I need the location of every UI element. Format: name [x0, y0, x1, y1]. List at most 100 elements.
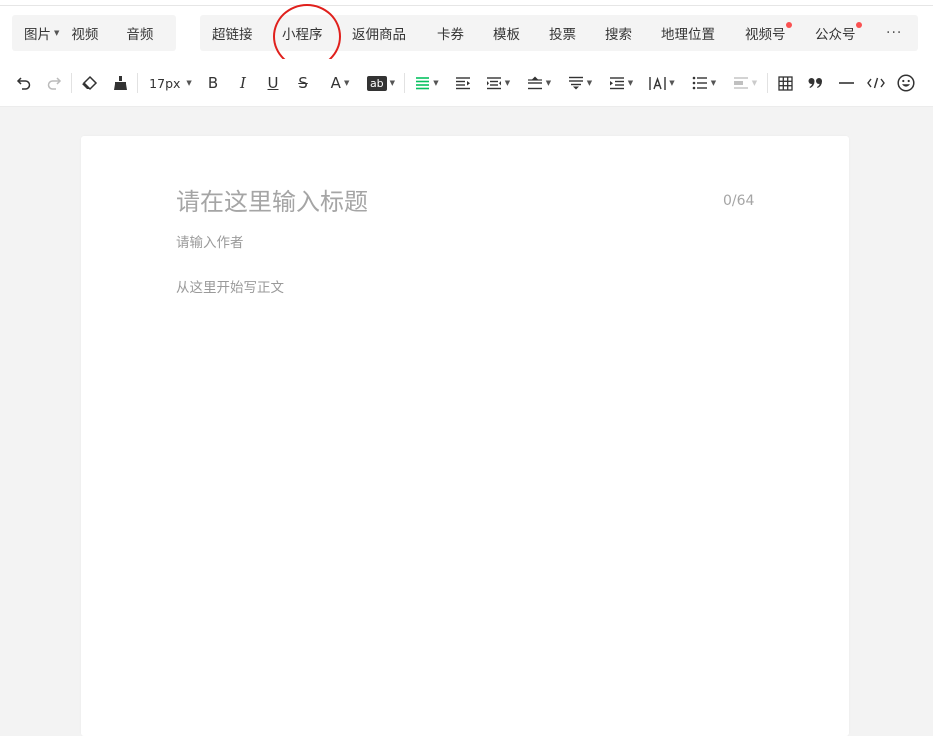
editor-paper: 0/64 从这里开始写正文	[81, 136, 849, 736]
background-color-icon: ab	[366, 75, 387, 91]
italic-icon: I	[240, 74, 246, 92]
divider-button[interactable]	[836, 71, 856, 95]
insert-channels-label: 视频号	[745, 27, 786, 43]
insert-vote-label: 投票	[549, 27, 576, 43]
font-size-value: 17px	[149, 75, 181, 91]
chevron-down-icon: ▼	[504, 79, 511, 87]
insert-miniprogram-label: 小程序	[282, 27, 323, 43]
list-indent-button[interactable]: ▼	[606, 71, 636, 95]
align-justify-icon	[486, 77, 501, 90]
paragraph-spacing-icon	[568, 76, 583, 90]
list-indent-icon	[609, 77, 624, 90]
bullet-list-button[interactable]: ▼	[689, 71, 719, 95]
more-horizontal-icon: ···	[886, 25, 903, 41]
notification-dot	[855, 22, 862, 28]
insert-search-label: 搜索	[605, 27, 632, 43]
code-button[interactable]	[865, 71, 887, 95]
letter-spacing-icon	[649, 76, 666, 90]
insert-vote-button[interactable]: 投票	[549, 15, 576, 51]
title-char-counter: 0/64	[723, 193, 755, 209]
format-painter-button[interactable]	[109, 71, 131, 95]
insert-coupon-button[interactable]: 卡券	[437, 15, 464, 51]
insert-video-button[interactable]: 视频	[71, 15, 98, 51]
insert-template-label: 模板	[493, 27, 520, 43]
toolbar-divider	[404, 73, 405, 93]
body-placeholder-text: 从这里开始写正文	[176, 280, 284, 296]
tools-group: 超链接 小程序 返佣商品 卡券 模板 投票 搜索 地理位置 视频号 公众号 ··…	[200, 15, 918, 51]
insert-video-label: 视频	[71, 27, 99, 43]
chevron-down-icon: ▼	[586, 79, 593, 87]
clear-format-button[interactable]: ▼	[730, 71, 760, 95]
underline-button[interactable]: U	[264, 71, 282, 95]
align-left-button[interactable]: ▼	[412, 71, 442, 95]
insert-audio-button[interactable]: 音频	[126, 15, 153, 51]
emoji-icon	[897, 74, 915, 92]
insert-audio-label: 音频	[126, 27, 154, 43]
toolbar-divider	[71, 73, 72, 93]
body-editor[interactable]: 从这里开始写正文	[176, 276, 284, 296]
redo-button[interactable]	[44, 71, 64, 95]
title-input[interactable]	[176, 186, 696, 218]
chevron-down-icon: ▼	[710, 79, 717, 87]
insert-commission-product-label: 返佣商品	[352, 27, 406, 43]
redo-icon	[47, 77, 62, 90]
chevron-down-icon: ▼	[343, 79, 350, 87]
divider-icon	[838, 82, 854, 84]
indent-icon	[456, 77, 470, 90]
insert-image-label: 图片	[24, 27, 51, 43]
toolbar-divider	[767, 73, 768, 93]
toolbar-divider	[137, 73, 138, 93]
quote-button[interactable]	[805, 71, 825, 95]
insert-toolbar: 图片 ▼ 视频 音频 超链接 小程序 返佣商品 卡券 模板 投票 搜索 地理位置…	[0, 6, 933, 59]
undo-button[interactable]	[14, 71, 34, 95]
insert-hyperlink-label: 超链接	[212, 27, 253, 43]
code-icon	[867, 77, 885, 89]
insert-commission-product-button[interactable]: 返佣商品	[352, 15, 406, 51]
paragraph-spacing-button[interactable]: ▼	[565, 71, 595, 95]
media-group: 图片 ▼ 视频 音频	[12, 15, 176, 51]
format-painter-icon	[113, 76, 127, 90]
chevron-down-icon: ▼	[433, 79, 439, 87]
insert-coupon-label: 卡券	[437, 27, 464, 43]
align-left-icon	[416, 77, 430, 90]
table-icon	[777, 75, 793, 91]
quote-icon	[808, 78, 822, 88]
insert-search-button[interactable]: 搜索	[605, 15, 632, 51]
line-height-button[interactable]: ▼	[524, 71, 554, 95]
eraser-button[interactable]	[78, 71, 100, 95]
insert-location-label: 地理位置	[661, 27, 715, 43]
insert-template-button[interactable]: 模板	[493, 15, 520, 51]
undo-icon	[16, 77, 31, 90]
letter-spacing-button[interactable]: ▼	[647, 71, 677, 95]
chevron-down-icon: ▼	[545, 79, 552, 87]
line-height-icon	[527, 76, 542, 90]
format-toolbar: 17px ▼ B I U S A ▼ ab ▼ ▼ ▼ ▼ ▼ ▼ ▼ ▼ ▼	[0, 59, 933, 107]
chevron-down-icon: ▼	[389, 79, 396, 87]
notification-dot	[785, 22, 792, 28]
underline-icon: U	[267, 74, 279, 92]
insert-image-button[interactable]: 图片 ▼	[24, 15, 59, 51]
more-button[interactable]: ···	[886, 15, 902, 51]
insert-location-button[interactable]: 地理位置	[661, 15, 715, 51]
bullet-list-icon	[692, 76, 707, 90]
italic-button[interactable]: I	[234, 71, 252, 95]
eraser-icon	[81, 75, 97, 90]
background-color-button[interactable]: ab ▼	[365, 71, 397, 95]
insert-official-account-label: 公众号	[815, 27, 856, 43]
font-color-button[interactable]: A ▼	[326, 71, 354, 95]
insert-official-account-button[interactable]: 公众号	[815, 15, 862, 51]
font-size-select[interactable]: 17px ▼	[148, 71, 193, 95]
author-input[interactable]	[176, 233, 576, 253]
indent-button[interactable]	[452, 71, 474, 95]
strikethrough-button[interactable]: S	[294, 71, 312, 95]
insert-hyperlink-button[interactable]: 超链接	[212, 15, 253, 51]
emoji-button[interactable]	[895, 71, 917, 95]
chevron-down-icon: ▼	[627, 79, 634, 87]
align-justify-button[interactable]: ▼	[483, 71, 513, 95]
insert-table-button[interactable]	[775, 71, 795, 95]
bold-button[interactable]: B	[204, 71, 222, 95]
insert-miniprogram-button[interactable]: 小程序	[282, 15, 323, 51]
font-color-icon: A	[330, 74, 341, 92]
insert-channels-button[interactable]: 视频号	[745, 15, 792, 51]
chevron-down-icon: ▼	[54, 29, 60, 37]
